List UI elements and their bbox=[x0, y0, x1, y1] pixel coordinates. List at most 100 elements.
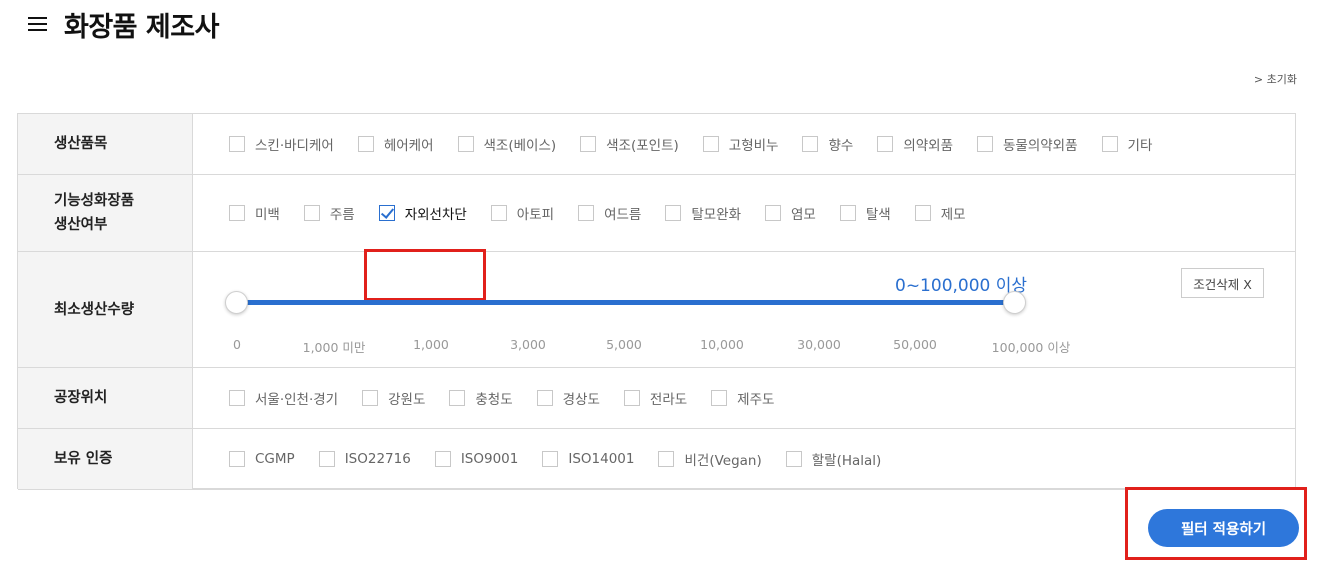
option-label: 강원도 bbox=[388, 392, 426, 408]
checkbox[interactable] bbox=[229, 136, 245, 152]
option-checkbox[interactable]: 제주도 bbox=[711, 388, 774, 408]
checkbox[interactable] bbox=[229, 390, 245, 406]
option-checkbox[interactable]: 경상도 bbox=[536, 388, 600, 408]
checkbox[interactable] bbox=[665, 205, 682, 221]
option-checkbox[interactable]: 헤어케어 bbox=[357, 134, 434, 154]
option-checkbox[interactable]: 색조(베이스) bbox=[457, 134, 557, 154]
page-title: 화장품 제조사 bbox=[64, 11, 219, 43]
checkbox[interactable] bbox=[877, 136, 894, 152]
checkbox[interactable] bbox=[711, 390, 728, 406]
option-label: ISO22716 bbox=[344, 451, 411, 467]
checkbox[interactable] bbox=[318, 451, 335, 467]
option-checkbox[interactable]: 향수 bbox=[802, 134, 853, 154]
checkbox[interactable] bbox=[839, 205, 856, 221]
row-label: 보유 인증 bbox=[18, 429, 193, 489]
option-label: 스킨·바디케어 bbox=[255, 138, 334, 154]
apply-filter-button[interactable]: 필터 적용하기 bbox=[1148, 509, 1299, 547]
options-functional: 미백 주름 자외선차단 아토피 여드름 탈모완화 염모 탈색 제모 bbox=[193, 175, 1295, 251]
option-checkbox[interactable]: 제모 bbox=[914, 203, 966, 223]
option-checkbox[interactable]: 여드름 bbox=[578, 203, 641, 223]
option-checkbox[interactable]: 미백 bbox=[229, 203, 280, 223]
option-label: 색조(베이스) bbox=[483, 138, 557, 154]
options-location: 서울·인천·경기 강원도 충청도 경상도 전라도 제주도 bbox=[193, 368, 1295, 428]
row-label-line1: 기능성화장품 bbox=[54, 193, 135, 209]
option-label: 전라도 bbox=[649, 392, 688, 408]
option-checkbox[interactable]: 서울·인천·경기 bbox=[229, 388, 338, 408]
option-checkbox[interactable]: 염모 bbox=[765, 203, 816, 223]
checkbox[interactable] bbox=[914, 205, 931, 221]
reset-link[interactable]: > 초기화 bbox=[1254, 71, 1297, 87]
option-checkbox[interactable]: ISO22716 bbox=[318, 451, 411, 467]
checkbox[interactable] bbox=[702, 136, 719, 152]
option-label: 헤어케어 bbox=[383, 138, 434, 154]
option-checkbox[interactable]: 전라도 bbox=[623, 388, 688, 408]
option-checkbox[interactable]: CGMP bbox=[229, 451, 295, 467]
range-slider-track[interactable] bbox=[237, 300, 1014, 305]
option-checkbox[interactable]: 충청도 bbox=[449, 388, 513, 408]
row-label: 생산품목 bbox=[18, 114, 193, 174]
option-checkbox[interactable]: 의약외품 bbox=[877, 134, 953, 154]
checkbox[interactable] bbox=[357, 136, 374, 152]
option-label: 자외선차단 bbox=[404, 207, 467, 223]
option-checkbox[interactable]: 비건(Vegan) bbox=[658, 449, 762, 469]
option-checkbox[interactable]: 동물의약외품 bbox=[977, 134, 1078, 154]
row-factory-location: 공장위치 서울·인천·경기 강원도 충청도 경상도 전라도 제주도 bbox=[18, 368, 1295, 429]
checkbox[interactable] bbox=[802, 136, 819, 152]
option-checkbox[interactable]: 색조(포인트) bbox=[580, 134, 679, 154]
checkbox-checked[interactable] bbox=[378, 205, 395, 221]
options-certification: CGMP ISO22716 ISO9001 ISO14001 비건(Vegan) 할랄(H… bbox=[193, 429, 1295, 489]
checkbox[interactable] bbox=[229, 451, 245, 467]
range-tick-label: 50,000 bbox=[893, 337, 937, 352]
range-slider-min-handle[interactable] bbox=[225, 291, 248, 314]
option-label: ISO9001 bbox=[460, 451, 519, 467]
hamburger-menu-icon[interactable] bbox=[28, 17, 47, 31]
checkbox[interactable] bbox=[977, 136, 993, 152]
checkbox[interactable] bbox=[542, 451, 559, 467]
checkbox[interactable] bbox=[658, 451, 675, 467]
option-checkbox[interactable]: ISO14001 bbox=[542, 451, 634, 467]
option-checkbox[interactable]: 스킨·바디케어 bbox=[229, 134, 334, 154]
option-checkbox[interactable]: 할랄(Halal) bbox=[785, 449, 881, 469]
checkbox[interactable] bbox=[785, 451, 802, 467]
range-tick-label: 30,000 bbox=[797, 337, 841, 352]
option-checkbox[interactable]: 강원도 bbox=[362, 388, 425, 408]
row-min-quantity: 최소생산수량 bbox=[18, 252, 1295, 368]
checkbox[interactable] bbox=[536, 390, 553, 406]
range-tick-label: 3,000 bbox=[510, 337, 546, 352]
checkbox[interactable] bbox=[362, 390, 379, 406]
checkbox[interactable] bbox=[434, 451, 451, 467]
option-label: 서울·인천·경기 bbox=[255, 392, 339, 408]
option-checkbox[interactable]: 탈색 bbox=[839, 203, 891, 223]
checkbox[interactable] bbox=[1101, 136, 1118, 152]
option-label: 경상도 bbox=[562, 392, 600, 408]
option-checkbox[interactable]: ISO9001 bbox=[434, 451, 519, 467]
row-certification: 보유 인증 CGMP ISO22716 ISO9001 ISO14001 비건(Vega… bbox=[18, 429, 1295, 490]
option-checkbox[interactable]: 아토피 bbox=[490, 203, 554, 223]
range-slider-max-handle[interactable] bbox=[1003, 291, 1026, 314]
checkbox[interactable] bbox=[303, 205, 320, 221]
filter-table: 생산품목 스킨·바디케어 헤어케어 색조(베이스) 색조(포인트) 고형비누 향수 의약외품… bbox=[17, 113, 1296, 490]
option-checkbox[interactable]: 고형비누 bbox=[702, 134, 778, 154]
option-checkbox[interactable]: 자외선차단 bbox=[378, 203, 467, 223]
checkbox[interactable] bbox=[578, 205, 595, 221]
checkbox[interactable] bbox=[229, 205, 245, 221]
checkbox[interactable] bbox=[457, 136, 474, 152]
option-checkbox[interactable]: 탈모완화 bbox=[665, 203, 741, 223]
checkbox[interactable] bbox=[623, 390, 640, 406]
option-checkbox[interactable]: 주름 bbox=[303, 203, 355, 223]
checkbox[interactable] bbox=[490, 205, 507, 221]
option-checkbox[interactable]: 기타 bbox=[1101, 134, 1153, 154]
checkbox[interactable] bbox=[580, 136, 597, 152]
row-label: 최소생산수량 bbox=[18, 252, 193, 367]
option-label: 염모 bbox=[791, 207, 816, 223]
clear-condition-button[interactable]: 조건삭제 X bbox=[1181, 268, 1264, 298]
row-label: 공장위치 bbox=[18, 368, 193, 428]
checkbox[interactable] bbox=[449, 390, 466, 406]
row-functional-cosmetics: 기능성화장품 생산여부 미백 주름 자외선차단 아토피 여드름 탈모완화 염모 탈색 제모 bbox=[18, 175, 1295, 301]
option-label: 색조(포인트) bbox=[606, 138, 679, 154]
checkbox[interactable] bbox=[765, 205, 782, 221]
option-label: 기타 bbox=[1127, 138, 1153, 154]
range-tick-label: 0 bbox=[233, 337, 241, 352]
option-label: 여드름 bbox=[604, 207, 642, 223]
range-tick-label: 10,000 bbox=[700, 337, 744, 352]
